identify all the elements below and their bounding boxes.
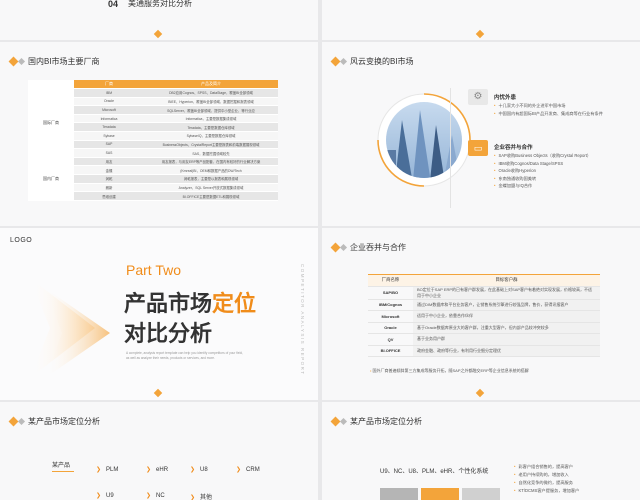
slide-title: 风云变换的BI市场 <box>330 56 414 67</box>
node-u9[interactable]: ❯ U9 <box>96 492 114 499</box>
vendor-table: 厂商 产品及简介 国际厂商 IBM DB2应用Cognos、SPSS、DataStag… <box>28 80 278 201</box>
col-vendor: 厂商 <box>74 80 144 90</box>
diamond-icon <box>330 56 341 67</box>
chevron-right-icon: ❯ <box>96 493 103 499</box>
diamond-icon <box>17 417 26 426</box>
node-plm[interactable]: ❯ PLM <box>96 466 118 473</box>
diamond-icon <box>17 57 26 66</box>
node-other[interactable]: ❯ 其他 <box>190 492 212 500</box>
part-number: Two <box>155 262 182 278</box>
section-title: 美通服务对比分析 <box>128 0 193 8</box>
part-desc: A complete, analysis report template can… <box>126 351 243 360</box>
chevron-right-icon: ❯ <box>190 467 197 473</box>
gear-icon: ⚙ <box>468 89 488 105</box>
slide-grid: 04 美通服务对比分析 国内BI市场主要厂商 厂商 产品及简介 国际厂商 IBM DB… <box>0 0 640 500</box>
arrow-down-icon <box>475 29 485 39</box>
arrow-down-icon <box>153 388 163 398</box>
merge-note: • 国外厂商普遍倾斜第三方集成等服务开拓，随SAP之外都融交ERP等企业信息系统… <box>370 368 529 373</box>
diamond-icon <box>339 243 348 252</box>
slide-title: 企业吞并与合作 <box>330 242 406 253</box>
group-domestic: 国内厂商 <box>28 157 74 201</box>
group-intl: 国际厂商 <box>28 88 74 158</box>
diamond-icon <box>8 56 19 67</box>
node-ehr[interactable]: ❯ eHR <box>146 466 168 473</box>
part-label: Part <box>126 262 152 278</box>
pos2-bullets: 彩客户组合销售的，提高客户 老用户持续购的，增加收入 自然化竞争的微约，提高服务… <box>514 463 634 495</box>
diamond-icon <box>330 242 341 253</box>
slide-domestic-bi[interactable]: 国内BI市场主要厂商 厂商 产品及简介 国际厂商 IBM DB2应用Cognos、SP… <box>0 42 318 226</box>
col-vendor: 厂商名称 <box>368 274 413 287</box>
logo: LOGO <box>10 237 33 244</box>
arrow-down-icon <box>153 29 163 39</box>
sec2-bullets: SAP收购Business Objects（收购Crystal Report） … <box>494 152 634 190</box>
diamond-icon <box>8 416 19 427</box>
part-title-line2: 对比分析 <box>124 321 213 346</box>
arrow-down-icon <box>475 388 485 398</box>
diamond-icon <box>330 416 341 427</box>
slide-bi-market[interactable]: 风云变换的BI市场 ⚙ 内忧外患 十几家大小不同的外企进军中国市场 中国国内有超… <box>322 42 640 226</box>
merge-table: 厂商名称 目标客户群 SAP/BO BO定位于SAP ERP的已有客户群发展，在此基… <box>368 274 600 357</box>
chevron-right-icon: ❯ <box>236 467 243 473</box>
col-target: 目标客户群 <box>413 274 600 287</box>
col-product: 产品及简介 <box>144 80 278 90</box>
slide-part-two[interactable]: LOGO Part Two 产品市场定位 对比分析 A complete, an… <box>0 228 318 400</box>
slide-positioning-1[interactable]: 某产品市场定位分析 某产品 ❯ PLM ❯ eHR ❯ U8 ❯ CRM ❯ U… <box>0 402 318 500</box>
city-photo <box>377 93 471 187</box>
diamond-icon <box>339 417 348 426</box>
chevron-right-icon: ❯ <box>96 467 103 473</box>
chevron-right-icon: ❯ <box>146 467 153 473</box>
divider-line <box>450 88 451 208</box>
chevron-right-icon: ❯ <box>146 493 153 499</box>
sec1-title: 内忧外患 <box>494 95 517 101</box>
node-crm[interactable]: ❯ CRM <box>236 466 260 473</box>
slide-top-right[interactable] <box>322 0 640 40</box>
chevron-right-icon: ❯ <box>190 495 197 500</box>
part-title-line1: 产品市场定位 <box>124 291 257 316</box>
slide-top-left[interactable]: 04 美通服务对比分析 <box>0 0 318 40</box>
slide-merge[interactable]: 企业吞并与合作 厂商名称 目标客户群 SAP/BO BO定位于SAP ERP的已有客… <box>322 228 640 400</box>
slide-title: 某产品市场定位分析 <box>8 416 100 427</box>
diamond-icon <box>339 57 348 66</box>
pos2-headline: U9、NC、U8、PLM、eHR、个性化系统 <box>380 469 489 475</box>
sec2-title: 企业吞并与合作 <box>494 145 533 151</box>
node-u8[interactable]: ❯ U8 <box>190 466 208 473</box>
sec1-bullets: 十几家大小不同的外企进军中国市场 中国国内有超国际BI产品开发商、集成商等在行业… <box>494 102 634 117</box>
root-node: 某产品 <box>52 460 74 472</box>
slide-title: 国内BI市场主要厂商 <box>8 56 100 67</box>
monitor-icon: ▭ <box>468 140 488 156</box>
section-number: 04 <box>108 0 119 9</box>
node-nc[interactable]: ❯ NC <box>146 492 165 499</box>
slide-title: 某产品市场定位分析 <box>330 416 422 427</box>
photo-strip <box>380 488 500 500</box>
vertical-caption: COMPETITOR ANALYSIS REPORT <box>300 264 305 376</box>
slide-positioning-2[interactable]: 某产品市场定位分析 U9、NC、U8、PLM、eHR、个性化系统 彩客户组合销售… <box>322 402 640 500</box>
